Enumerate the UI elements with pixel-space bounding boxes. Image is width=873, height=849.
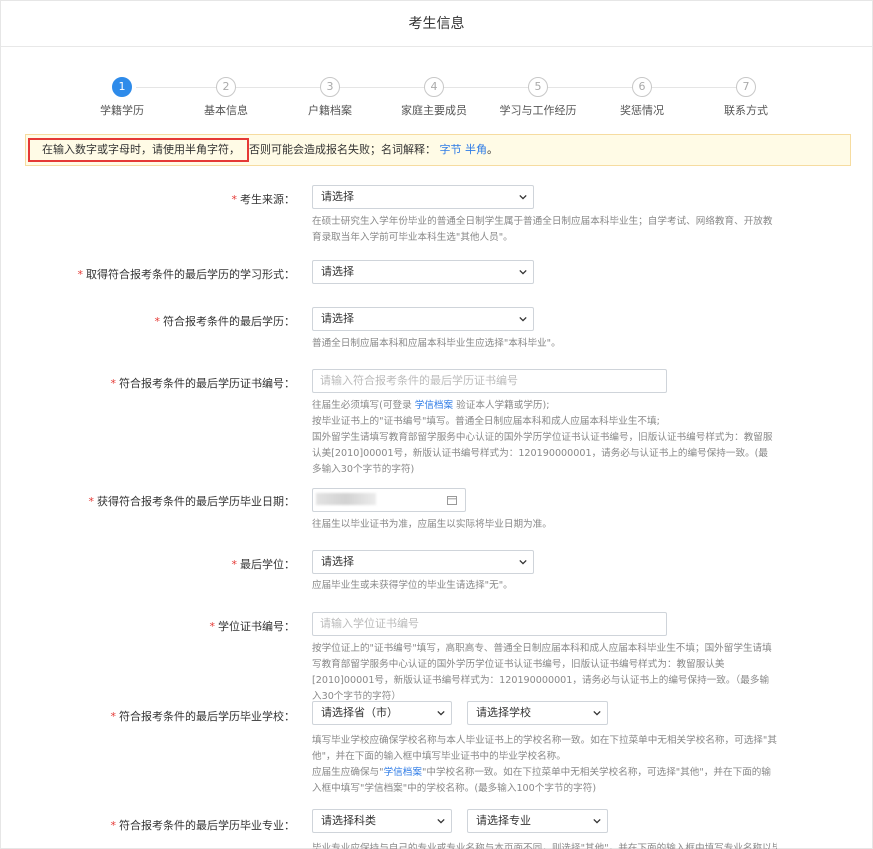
- form-panel: 考生信息 1 学籍学历 2 基本信息 3 户籍档案 4 家庭主要成员 5 学习与…: [0, 0, 873, 849]
- link-half-width[interactable]: 半角: [465, 143, 487, 156]
- province-select[interactable]: 请选择省（市）: [312, 701, 452, 725]
- major-select[interactable]: 请选择专业: [467, 809, 608, 833]
- step-number: 3: [320, 77, 340, 97]
- degree-cert-input[interactable]: 请输入学位证书编号: [312, 612, 667, 636]
- step-3[interactable]: 3 户籍档案: [280, 77, 380, 118]
- grad-date-label: * 获得符合报考条件的最后学历毕业日期：: [88, 495, 296, 508]
- link-xuexin-2[interactable]: 学信档案: [384, 767, 422, 778]
- grad-date-input[interactable]: [312, 488, 466, 512]
- step-label: 联系方式: [724, 104, 768, 117]
- degree-cert-label: * 学位证书编号：: [209, 620, 296, 633]
- notice-text: 否则可能会造成报名失败；名词解释：: [249, 143, 436, 156]
- step-1[interactable]: 1 学籍学历: [72, 77, 172, 118]
- school-select[interactable]: 请选择学校: [467, 701, 608, 725]
- study-form-label: * 取得符合报考条件的最后学历的学习形式：: [77, 268, 296, 281]
- degree-select[interactable]: 请选择: [312, 550, 534, 574]
- cert-no-input[interactable]: 请输入符合报考条件的最后学历证书编号: [312, 369, 667, 393]
- step-number: 5: [528, 77, 548, 97]
- chevron-down-icon: [593, 710, 601, 716]
- step-number: 2: [216, 77, 236, 97]
- step-6[interactable]: 6 奖惩情况: [592, 77, 692, 118]
- page-title: 考生信息: [1, 1, 872, 47]
- school-label: * 符合报考条件的最后学历毕业学校：: [110, 710, 296, 723]
- chevron-down-icon: [437, 818, 445, 824]
- cert-no-hint: 往届生必须填写(可登录 学信档案 验证本人学籍或学历); 按毕业证书上的"证书编…: [312, 400, 773, 475]
- step-label: 户籍档案: [308, 104, 352, 117]
- degree-hint: 应届毕业生或未获得学位的毕业生请选择"无"。: [312, 580, 513, 591]
- step-4[interactable]: 4 家庭主要成员: [384, 77, 484, 118]
- last-edu-hint: 普通全日制应届本科和应届本科毕业生应选择"本科毕业"。: [312, 338, 561, 349]
- study-form-select[interactable]: 请选择: [312, 260, 534, 284]
- chevron-down-icon: [593, 818, 601, 824]
- grad-date-hint: 往届生以毕业证书为准，应届生以实际将毕业日期为准。: [312, 519, 552, 530]
- link-xuexin[interactable]: 学信档案: [415, 400, 453, 411]
- calendar-icon[interactable]: [447, 495, 457, 505]
- step-number: 4: [424, 77, 444, 97]
- chevron-down-icon: [519, 194, 527, 200]
- redacted-date: [316, 493, 376, 505]
- step-number: 1: [112, 77, 132, 97]
- step-7[interactable]: 7 联系方式: [696, 77, 796, 118]
- chevron-down-icon: [437, 710, 445, 716]
- step-label: 基本信息: [204, 104, 248, 117]
- link-byte[interactable]: 字节: [440, 143, 462, 156]
- notice-highlight: 在输入数字或字母时，请使用半角字符，: [28, 138, 249, 162]
- step-label: 奖惩情况: [620, 104, 664, 117]
- source-hint: 在硕士研究生入学年份毕业的普通全日制学生属于普通全日制应届本科毕业生；自学考试、…: [312, 216, 773, 243]
- degree-label: * 最后学位：: [231, 558, 296, 571]
- chevron-down-icon: [519, 269, 527, 275]
- step-label: 学籍学历: [100, 104, 144, 117]
- notice-banner: 在输入数字或字母时，请使用半角字符， 否则可能会造成报名失败；名词解释： 字节 半…: [25, 134, 851, 166]
- step-label: 家庭主要成员: [401, 104, 467, 117]
- major-label: * 符合报考条件的最后学历毕业专业：: [110, 819, 296, 832]
- major-hint: 毕业专业应保持与自己的专业或专业名称与本页面不同，则选择"其他"，并在下面的输入…: [312, 843, 777, 849]
- chevron-down-icon: [519, 559, 527, 565]
- chevron-down-icon: [519, 316, 527, 322]
- last-edu-select[interactable]: 请选择: [312, 307, 534, 331]
- step-label: 学习与工作经历: [499, 104, 577, 117]
- cert-no-label: * 符合报考条件的最后学历证书编号：: [110, 377, 296, 390]
- source-label: * 考生来源：: [231, 193, 296, 206]
- school-hint: 填写毕业学校应确保学校名称与本人毕业证书上的学校名称一致。如在下拉菜单中无相关学…: [312, 735, 777, 794]
- degree-cert-hint: 按学位证上的"证书编号"填写，高职高专、普通全日制应届本科和成人应届本科毕业生不…: [312, 643, 772, 702]
- source-select[interactable]: 请选择: [312, 185, 534, 209]
- step-5[interactable]: 5 学习与工作经历: [488, 77, 588, 118]
- step-number: 7: [736, 77, 756, 97]
- step-2[interactable]: 2 基本信息: [176, 77, 276, 118]
- last-edu-label: * 符合报考条件的最后学历：: [154, 315, 296, 328]
- category-select[interactable]: 请选择科类: [312, 809, 452, 833]
- step-number: 6: [632, 77, 652, 97]
